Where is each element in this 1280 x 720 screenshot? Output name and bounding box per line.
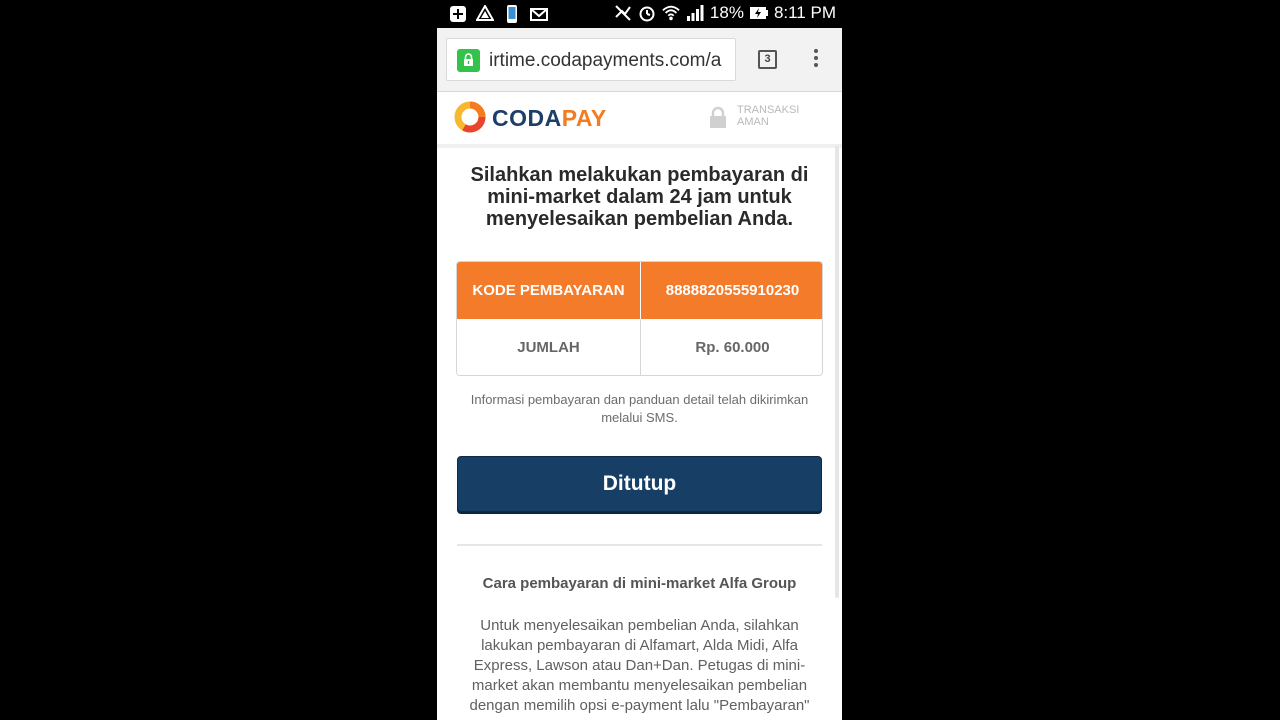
close-button[interactable]: Ditutup <box>457 456 822 512</box>
sms-info-text: Informasi pembayaran dan panduan detail … <box>470 392 809 425</box>
site-header: CODAPAY TRANSAKSI AMAN <box>437 92 842 148</box>
table-row: JUMLAH Rp. 60.000 <box>457 319 822 375</box>
secure-transaction-label: TRANSAKSI AMAN <box>737 104 800 128</box>
codapay-logo-icon <box>454 101 486 133</box>
payment-code-value: 8888820555910230 <box>665 282 800 299</box>
battery-icon <box>749 7 768 19</box>
alarm-icon <box>639 6 655 22</box>
payment-code-label: KODE PEMBAYARAN <box>457 262 641 319</box>
mute-icon <box>615 5 631 21</box>
lock-icon <box>457 49 480 72</box>
wifi-icon <box>662 5 680 21</box>
mail-icon <box>530 8 548 21</box>
drive-icon <box>476 5 494 21</box>
instructions-text: Untuk menyelesaikan pembelian Anda, sila… <box>469 617 810 714</box>
table-row: KODE PEMBAYARAN 8888820555910230 <box>457 262 822 319</box>
scrollbar[interactable] <box>835 146 839 598</box>
tabs-icon[interactable]: 3 <box>758 50 777 69</box>
amount-label: JUMLAH <box>457 319 641 375</box>
menu-icon[interactable] <box>809 49 823 71</box>
battery-percent: 18% <box>709 3 744 22</box>
amount-value: Rp. 60.000 <box>695 339 770 356</box>
signal-icon <box>686 5 704 21</box>
status-bar: 18% 8:11 PM <box>437 0 842 28</box>
payment-table: KODE PEMBAYARAN 8888820555910230 JUMLAH … <box>456 261 823 376</box>
url-bar[interactable]: irtime.codapayments.com/a <box>446 38 736 81</box>
phone-icon <box>507 5 517 23</box>
clock: 8:11 PM <box>773 3 836 22</box>
url-text[interactable]: irtime.codapayments.com/a <box>489 49 733 73</box>
phone-screen: irtime.codapayments.com/a 3 CODAPAY TRAN… <box>437 28 842 720</box>
page-title: Silahkan melakukan pembayaran di mini-ma… <box>470 164 809 230</box>
instructions-heading: Cara pembayaran di mini-market Alfa Grou… <box>482 575 797 592</box>
padlock-icon <box>710 106 726 128</box>
notification-plus-icon <box>450 6 466 22</box>
divider <box>457 544 822 546</box>
browser-toolbar: irtime.codapayments.com/a 3 <box>437 28 842 92</box>
codapay-logo[interactable]: CODAPAY <box>492 105 607 132</box>
